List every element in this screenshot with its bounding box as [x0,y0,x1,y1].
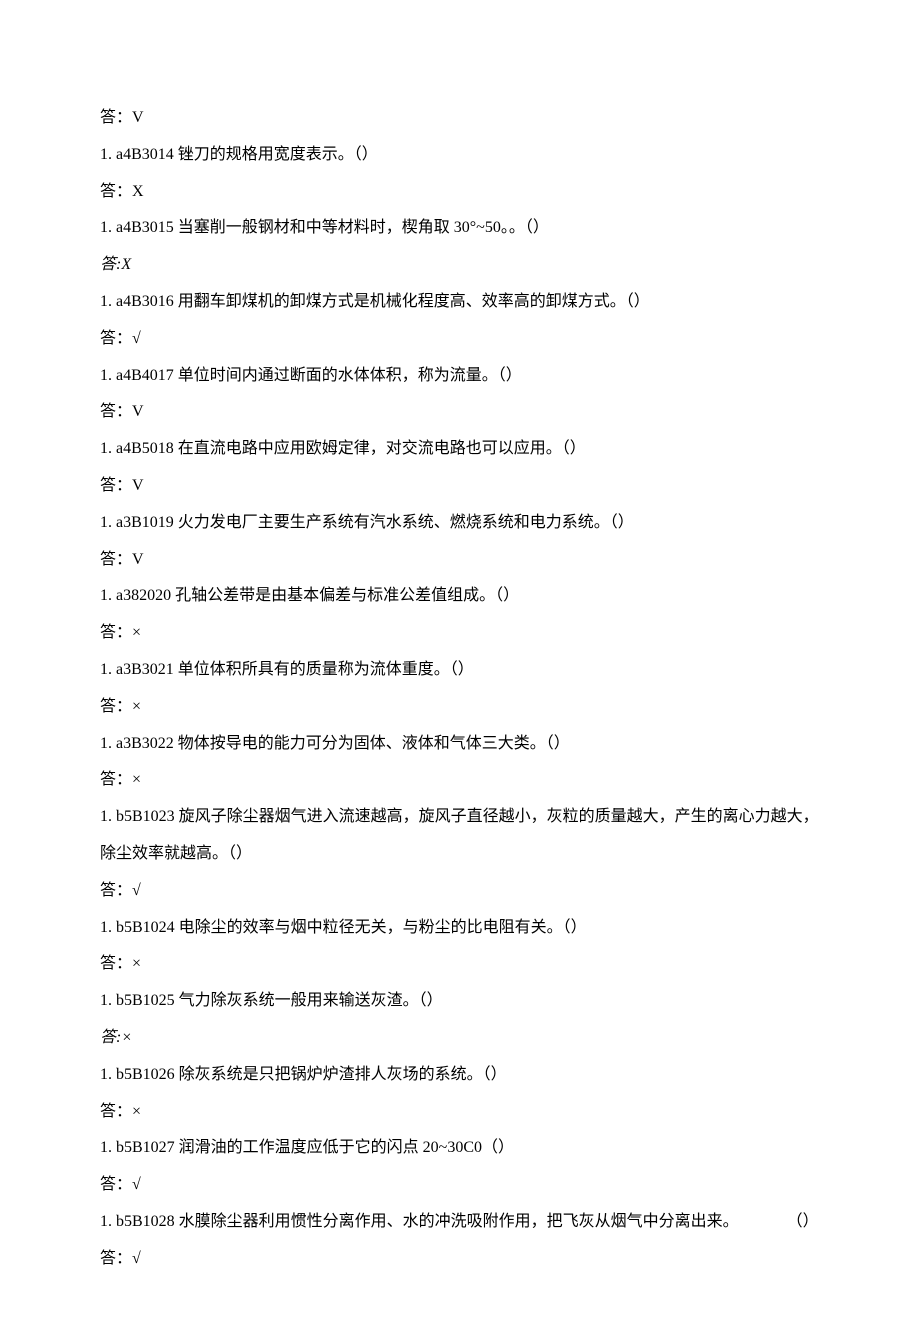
text-line: 答：× [100,689,820,726]
text-line: 答:× [100,1020,820,1057]
text-line: 答：√ [100,1167,820,1204]
text-line: 1. b5B1024 电除尘的效率与烟中粒径无关，与粉尘的比电阻有关。（） [100,910,820,947]
text-line: 答:X [100,247,820,284]
text-line: 答：X [100,174,820,211]
text-line: 答：V [100,100,820,137]
text-line: 答：V [100,542,820,579]
text-line: 1. a3B1019 火力发电厂主要生产系统有汽水系统、燃烧系统和电力系统。（） [100,505,820,542]
text-line: 答：√ [100,1241,820,1278]
text-line: 1. b5B1027 润滑油的工作温度应低于它的闪点 20~30C0（） [100,1130,820,1167]
text-line: 答：× [100,615,820,652]
text-line: 1. b5B1025 气力除灰系统一般用来输送灰渣。（） [100,983,820,1020]
text-line: 1. a4B4017 单位时间内通过断面的水体体积，称为流量。（） [100,358,820,395]
text-line: 1. a4B3015 当塞削一般钢材和中等材料时，楔角取 30°~50。。（） [100,210,820,247]
text-line: 答：× [100,762,820,799]
text-line: 答：V [100,468,820,505]
text-line: 1. a3B3021 单位体积所具有的质量称为流体重度。（） [100,652,820,689]
text-line: 1. b5B1023 旋风子除尘器烟气进入流速越高，旋风子直径越小，灰粒的质量越… [100,799,820,873]
text-line: 1. a4B3014 锉刀的规格用宽度表示。（） [100,137,820,174]
text-line: 1. b5B1026 除灰系统是只把锅炉炉渣排人灰场的系统。（） [100,1057,820,1094]
text-line: 1. a382020 孔轴公差带是由基本偏差与标准公差值组成。（） [100,578,820,615]
text-line: 1. a4B3016 用翻车卸煤机的卸煤方式是机械化程度高、效率高的卸煤方式。（… [100,284,820,321]
text-line: 1. b5B1028 水膜除尘器利用惯性分离作用、水的冲洗吸附作用，把飞灰从烟气… [100,1204,820,1241]
text-line: 答：V [100,394,820,431]
text-line: 1. a3B3022 物体按导电的能力可分为固体、液体和气体三大类。（） [100,726,820,763]
text-line: 答：× [100,946,820,983]
text-line: 答：√ [100,321,820,358]
text-line: 答：× [100,1094,820,1131]
text-line: 1. a4B5018 在直流电路中应用欧姆定律，对交流电路也可以应用。（） [100,431,820,468]
text-line: 答：√ [100,873,820,910]
